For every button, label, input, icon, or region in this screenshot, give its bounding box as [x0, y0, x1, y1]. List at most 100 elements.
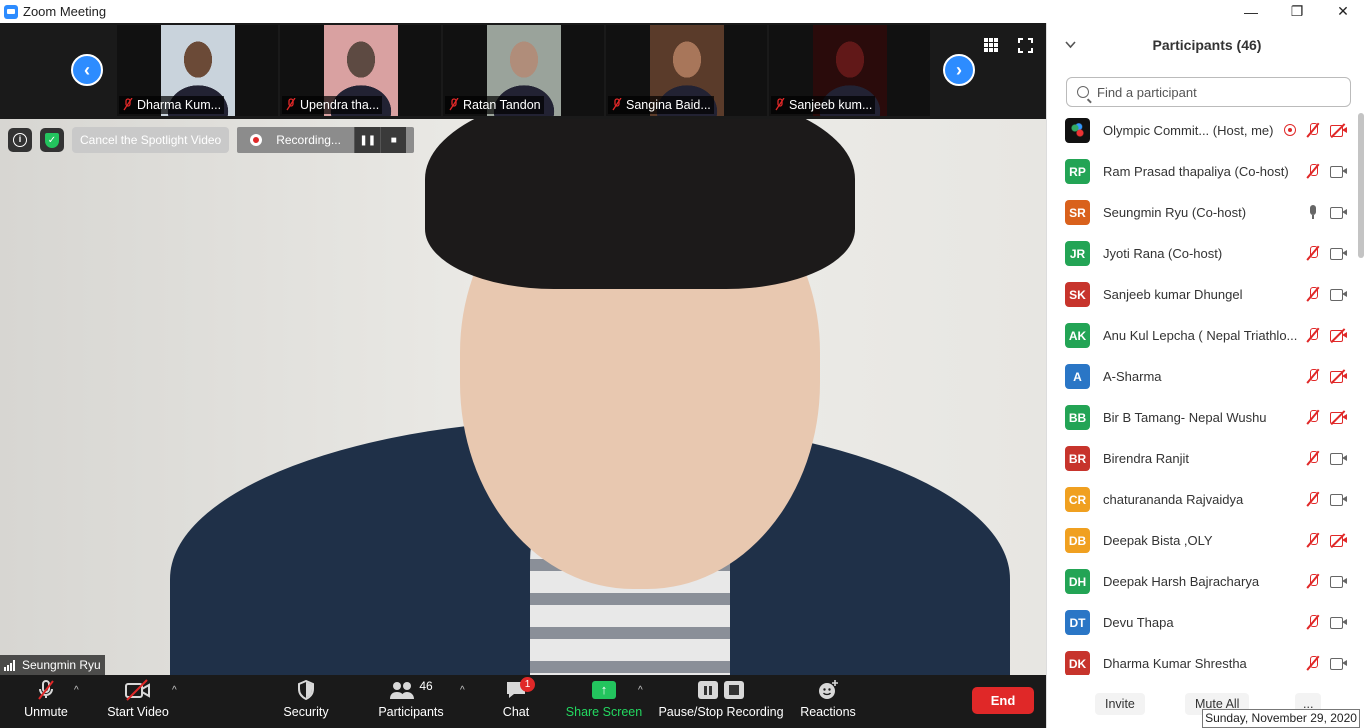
mic-muted-icon: [1306, 655, 1320, 671]
thumbnail-name: Sangina Baid...: [626, 98, 711, 112]
participant-name: A-Sharma: [1103, 369, 1162, 384]
mic-muted-icon: [775, 97, 785, 112]
window-controls: — ❐ ✕: [1228, 0, 1366, 23]
security-button[interactable]: Security: [282, 675, 330, 728]
avatar: DH: [1065, 569, 1090, 594]
participant-name: Dharma Kumar Shrestha: [1103, 656, 1247, 671]
participant-status-icons: [1306, 204, 1347, 220]
participant-status-icons: [1306, 614, 1347, 630]
cancel-spotlight-button[interactable]: Cancel the Spotlight Video: [72, 127, 230, 153]
participant-row[interactable]: DT Devu Thapa: [1047, 602, 1357, 643]
camera-off-icon: [1330, 328, 1347, 343]
participant-name: Anu Kul Lepcha ( Nepal Triathlo...: [1103, 328, 1298, 343]
mic-muted-icon: [1306, 286, 1320, 302]
encryption-button[interactable]: ✓: [40, 128, 64, 152]
participant-name: Jyoti Rana (Co-host): [1103, 246, 1223, 261]
participant-status-icons: [1306, 327, 1347, 343]
speaker-name: Seungmin Ryu: [22, 658, 101, 672]
pause-recording-button[interactable]: ❚❚: [354, 127, 381, 153]
participant-row[interactable]: CR chaturananda Rajvaidya: [1047, 479, 1357, 520]
record-icon: [250, 134, 263, 146]
participant-row[interactable]: SR Seungmin Ryu (Co-host): [1047, 192, 1357, 233]
participant-row[interactable]: BB Bir B Tamang- Nepal Wushu: [1047, 397, 1357, 438]
end-meeting-button[interactable]: End: [972, 687, 1034, 714]
recording-icon: [1284, 124, 1296, 136]
mic-muted-icon: [1306, 122, 1320, 138]
participant-row[interactable]: DB Deepak Bista ,OLY: [1047, 520, 1357, 561]
unmute-label: Unmute: [24, 705, 68, 719]
minimize-button[interactable]: —: [1228, 0, 1274, 23]
participant-thumbnail[interactable]: Upendra tha...: [280, 25, 441, 116]
participant-search[interactable]: [1066, 77, 1351, 107]
reactions-button[interactable]: Reactions: [800, 675, 856, 728]
camera-icon: [1330, 452, 1347, 465]
security-label: Security: [283, 705, 329, 719]
participant-row[interactable]: DH Deepak Harsh Bajracharya: [1047, 561, 1357, 602]
audio-options-caret-icon[interactable]: ^: [74, 685, 79, 696]
participant-status-icons: [1306, 163, 1347, 179]
participant-thumbnail[interactable]: Sanjeeb kum...: [769, 25, 930, 116]
participant-row[interactable]: JR Jyoti Rana (Co-host): [1047, 233, 1357, 274]
mic-muted-icon: [34, 675, 58, 705]
participant-row[interactable]: Olympic Commit... (Host, me): [1047, 110, 1357, 151]
thumbnail-name-tag: Ratan Tandon: [445, 96, 544, 114]
thumbnail-name: Ratan Tandon: [463, 98, 541, 112]
participant-row[interactable]: BR Birendra Ranjit: [1047, 438, 1357, 479]
camera-icon: [1330, 165, 1347, 178]
participant-name: Deepak Bista ,OLY: [1103, 533, 1213, 548]
pause-stop-recording-button[interactable]: Pause/Stop Recording: [658, 675, 784, 728]
camera-off-icon: [1330, 369, 1347, 384]
fullscreen-icon[interactable]: [1015, 35, 1035, 55]
camera-icon: [1330, 247, 1347, 260]
mic-muted-icon: [1306, 573, 1320, 589]
chat-button[interactable]: 1 Chat: [500, 675, 535, 728]
participant-row[interactable]: SK Sanjeeb kumar Dhungel: [1047, 274, 1357, 315]
participant-thumbnail[interactable]: Ratan Tandon: [443, 25, 604, 116]
participant-row[interactable]: AK Anu Kul Lepcha ( Nepal Triathlo...: [1047, 315, 1357, 356]
meeting-info-button[interactable]: i: [8, 128, 32, 152]
start-video-button[interactable]: Start Video: [106, 675, 170, 728]
meeting-toolbar: Unmute ^ Start Video ^ Security 46 Parti…: [0, 675, 1046, 728]
strip-next-button[interactable]: ›: [943, 54, 975, 86]
info-icon: i: [13, 133, 27, 147]
participants-icon: 46: [389, 675, 433, 705]
participants-caret-icon[interactable]: ^: [460, 685, 465, 696]
participant-status-icons: [1284, 122, 1347, 138]
participant-list-scrollbar[interactable]: [1358, 113, 1364, 258]
avatar: AK: [1065, 323, 1090, 348]
chat-label: Chat: [502, 705, 530, 719]
participant-name: Sanjeeb kumar Dhungel: [1103, 287, 1243, 302]
video-options-caret-icon[interactable]: ^: [172, 685, 177, 696]
participant-row[interactable]: RP Ram Prasad thapaliya (Co-host): [1047, 151, 1357, 192]
participants-button[interactable]: 46 Participants: [378, 675, 444, 728]
camera-off-icon: [1330, 410, 1347, 425]
share-options-caret-icon[interactable]: ^: [638, 685, 643, 696]
stop-recording-button[interactable]: ■: [380, 127, 407, 153]
participant-name: chaturananda Rajvaidya: [1103, 492, 1244, 507]
participant-thumbnail[interactable]: Sangina Baid...: [606, 25, 767, 116]
camera-icon: [1330, 206, 1347, 219]
unmute-button[interactable]: Unmute: [22, 675, 70, 728]
mic-muted-icon: [1306, 409, 1320, 425]
invite-button[interactable]: Invite: [1095, 693, 1145, 715]
participant-search-input[interactable]: [1097, 84, 1337, 100]
grid-icon[interactable]: [981, 35, 1001, 55]
close-button[interactable]: ✕: [1320, 0, 1366, 23]
participant-list: Olympic Commit... (Host, me) RP Ram Prasad…: [1047, 110, 1357, 675]
mic-muted-icon: [1306, 327, 1320, 343]
date-tooltip: Sunday, November 29, 2020: [1202, 709, 1360, 728]
participant-status-icons: [1306, 573, 1347, 589]
participant-row[interactable]: A A-Sharma: [1047, 356, 1357, 397]
avatar: [1065, 118, 1090, 143]
share-screen-button[interactable]: ↑ Share Screen: [566, 675, 642, 728]
restore-button[interactable]: ❐: [1274, 0, 1320, 23]
participant-thumbnail[interactable]: Dharma Kum...: [117, 25, 278, 116]
speaker-hair: [425, 119, 855, 289]
search-icon: [1077, 86, 1089, 98]
participant-row[interactable]: DK Dharma Kumar Shrestha: [1047, 643, 1357, 675]
camera-off-icon: [1330, 123, 1347, 138]
strip-prev-button[interactable]: ‹: [71, 54, 103, 86]
avatar: BR: [1065, 446, 1090, 471]
mic-muted-icon: [1306, 163, 1320, 179]
thumbnail-name: Dharma Kum...: [137, 98, 222, 112]
